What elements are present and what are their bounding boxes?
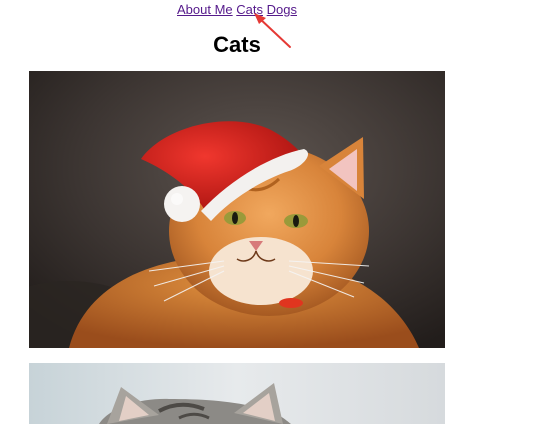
cat-photo-santa-hat bbox=[29, 71, 445, 348]
nav-link-cats[interactable]: Cats bbox=[236, 2, 263, 17]
top-nav: About Me Cats Dogs bbox=[0, 2, 474, 18]
cat-photo-second bbox=[29, 363, 445, 424]
nav-link-dogs[interactable]: Dogs bbox=[267, 2, 297, 17]
nav-link-about-me[interactable]: About Me bbox=[177, 2, 233, 17]
page-title: Cats bbox=[213, 32, 261, 57]
